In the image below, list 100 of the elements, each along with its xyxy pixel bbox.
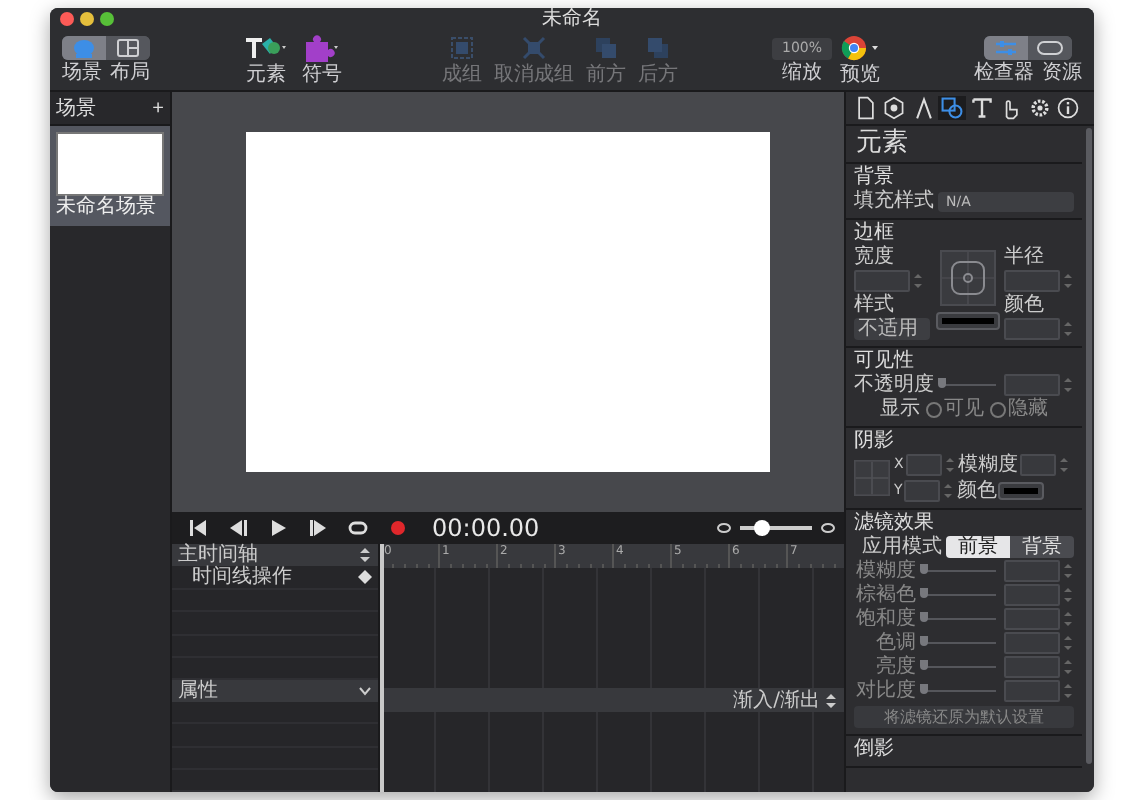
toolbar-button[interactable]: 符号: [296, 34, 348, 86]
number-field[interactable]: [1004, 560, 1060, 582]
field-label: 模糊度: [856, 560, 916, 582]
scene-thumbnail: [56, 132, 164, 196]
box-icon: [1034, 36, 1066, 60]
group-icon: [448, 34, 476, 62]
number-field[interactable]: [1019, 454, 1056, 476]
field-label: 填充样式: [854, 190, 934, 212]
number-field[interactable]: [1004, 374, 1060, 396]
shadow-position-control[interactable]: [854, 456, 890, 500]
field-label: 亮度: [876, 656, 916, 678]
scene-icon: [68, 36, 100, 60]
toolbar-label: 缩放: [782, 61, 822, 83]
slider-thumb[interactable]: [920, 564, 928, 574]
zoom-out-icon: [716, 522, 732, 534]
slider-thumb[interactable]: [920, 684, 928, 694]
inspector-tab[interactable]: [938, 96, 967, 120]
section-title: 倒影: [854, 738, 896, 760]
panel-title: 场景: [56, 95, 96, 122]
bring-front-icon: [592, 34, 620, 62]
field-label: 不透明度: [854, 374, 934, 396]
number-field[interactable]: [1004, 270, 1060, 292]
section-title: 阴影: [854, 430, 896, 452]
slider-thumb[interactable]: [920, 636, 928, 646]
field-label: 饱和度: [856, 608, 916, 630]
number-field[interactable]: [904, 480, 941, 502]
layout-icon: [112, 36, 144, 60]
section-title: 滤镜效果: [854, 512, 936, 534]
border-style-dropdown[interactable]: 不适用: [854, 318, 930, 340]
number-field[interactable]: [905, 454, 942, 476]
toggle-button[interactable]: [62, 36, 106, 60]
scrollbar[interactable]: [1086, 128, 1092, 764]
section-title: 可见性: [854, 350, 916, 372]
mode-tab[interactable]: 前景: [946, 536, 1010, 558]
step-forward-icon: [306, 516, 330, 540]
page-icon: [854, 96, 878, 120]
puzzle-icon: [300, 34, 344, 62]
toggle-button[interactable]: [984, 36, 1028, 60]
updown-icon: [824, 691, 838, 709]
reset-filters-button[interactable]: 将滤镜还原为默认设置: [854, 706, 1074, 728]
window-title: 未命名: [542, 8, 602, 30]
number-field[interactable]: [1004, 608, 1060, 630]
slider-thumb[interactable]: [753, 520, 770, 536]
diamond-icon[interactable]: [358, 570, 372, 585]
slider-thumb[interactable]: [938, 378, 946, 388]
step-back-icon: [226, 516, 250, 540]
color-well[interactable]: [998, 482, 1045, 500]
mode-tab[interactable]: 背景: [1010, 536, 1074, 558]
toggle-button[interactable]: [106, 36, 150, 60]
timeline-row-label: 时间线操作: [192, 566, 292, 589]
zoom-button[interactable]: [100, 12, 114, 26]
properties-selector[interactable]: 属性: [172, 680, 378, 703]
toolbar-button[interactable]: 元素: [240, 34, 292, 86]
field-label: 颜色: [1004, 294, 1046, 316]
field-label: 颜色: [956, 480, 997, 502]
number-field[interactable]: [1004, 656, 1060, 678]
toolbar-label: 检查器: [974, 62, 1034, 84]
loop-icon: [346, 516, 370, 540]
inspector-tab[interactable]: [880, 96, 909, 120]
field-label: 样式: [854, 294, 896, 316]
number-field[interactable]: [1004, 584, 1060, 606]
toggle-button[interactable]: [1028, 36, 1072, 60]
slider-thumb[interactable]: [920, 588, 928, 598]
inspector-tab[interactable]: [967, 96, 996, 120]
number-field[interactable]: [854, 270, 910, 292]
color-well[interactable]: [935, 312, 999, 330]
field-label: 棕褐色: [856, 584, 916, 606]
compass-icon: [911, 96, 936, 120]
elements-icon: [244, 34, 288, 62]
number-field[interactable]: [1004, 318, 1060, 340]
radio-button[interactable]: [990, 401, 1006, 417]
slider-thumb[interactable]: [920, 612, 928, 622]
preview-button[interactable]: 预览: [836, 34, 884, 86]
toolbar-label: 资源: [1042, 62, 1082, 84]
inspector-tab[interactable]: [1053, 96, 1082, 120]
slider-thumb[interactable]: [920, 660, 928, 670]
timeline-selector[interactable]: 主时间轴: [172, 544, 378, 567]
preview-icon: [840, 34, 880, 62]
text-icon: [969, 96, 994, 120]
zoom-in-icon: [820, 522, 836, 534]
radio-button[interactable]: [926, 401, 942, 417]
number-field[interactable]: [1004, 632, 1060, 654]
chevron-icon: [358, 684, 372, 699]
radio-label: 可见: [944, 398, 984, 420]
inspector-tab[interactable]: [852, 96, 880, 120]
field-label: 显示: [880, 398, 920, 420]
inspector-tab[interactable]: [1025, 96, 1054, 120]
field-label: 对比度: [856, 680, 916, 702]
gear-icon: [1027, 96, 1052, 120]
field-label: 色调: [876, 632, 916, 654]
border-preview[interactable]: [939, 250, 995, 306]
add-button[interactable]: +: [152, 97, 164, 119]
section-title: 边框: [854, 222, 896, 244]
scene-item[interactable]: 未命名场景: [50, 126, 170, 226]
radio-label: 隐藏: [1008, 398, 1048, 420]
close-button[interactable]: [60, 12, 74, 26]
sliders-icon: [990, 36, 1022, 60]
send-back-icon: [644, 34, 672, 62]
number-field[interactable]: [1004, 680, 1060, 702]
minimize-button[interactable]: [80, 12, 94, 26]
